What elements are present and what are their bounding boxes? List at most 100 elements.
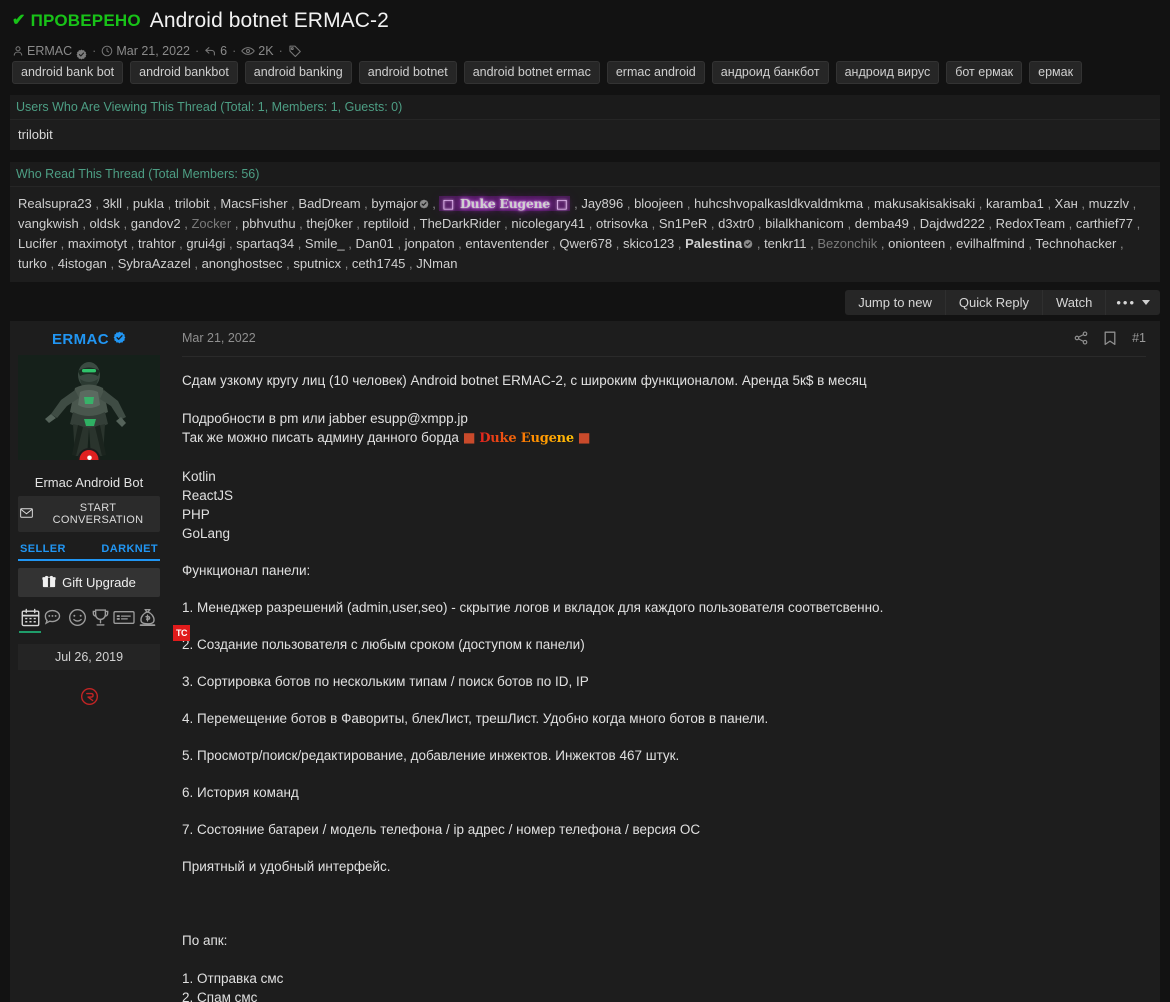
list-separator: , (1077, 196, 1089, 211)
thread-tag[interactable]: android bankbot (130, 61, 238, 84)
bookmark-button[interactable] (1104, 331, 1116, 346)
reader-name[interactable]: pukla (133, 196, 164, 211)
avatar[interactable] (18, 355, 160, 460)
reader-name[interactable]: trilobit (175, 196, 210, 211)
trophy-icon-cell[interactable] (90, 608, 112, 633)
duke-eugene-mention[interactable]: Duke Eugene (479, 431, 574, 446)
reader-name[interactable]: sputnicx (293, 256, 341, 271)
quick-reply-button[interactable]: Quick Reply (946, 290, 1043, 315)
reader-name[interactable]: RedoxTeam (996, 216, 1065, 231)
reactions-icon-cell[interactable] (66, 608, 88, 633)
reader-name[interactable]: karamba1 (986, 196, 1044, 211)
reader-name[interactable]: makusakisakisaki (874, 196, 975, 211)
reader-name[interactable]: onionteen (888, 236, 945, 251)
reader-name[interactable]: Duke Eugene (457, 196, 553, 211)
reader-name[interactable]: Realsupra23 (18, 196, 92, 211)
reader-name[interactable]: 3kll (103, 196, 123, 211)
smiley-icon (68, 608, 87, 627)
reader-name[interactable]: Smile_ (305, 236, 345, 251)
reader-name[interactable]: Palestina (685, 236, 742, 251)
reader-name[interactable]: 4istogan (58, 256, 107, 271)
reader-name[interactable]: gandov2 (131, 216, 181, 231)
watch-button[interactable]: Watch (1043, 290, 1107, 315)
reader-name[interactable]: Sn1PeR (659, 216, 707, 231)
reader-name[interactable]: Qwer678 (559, 236, 612, 251)
reader-name[interactable]: jonpaton (405, 236, 455, 251)
reader-name[interactable]: JNman (416, 256, 457, 271)
reader-name[interactable]: TheDarkRider (420, 216, 501, 231)
reader-name[interactable]: bymajor (371, 196, 417, 211)
reader-name[interactable]: anonghostsec (202, 256, 283, 271)
panel-feature-item: 3. Сортировка ботов по нескольким типам … (182, 674, 589, 689)
reader-name[interactable]: bilalkhanicom (765, 216, 844, 231)
reader-name[interactable]: Хан (1055, 196, 1078, 211)
thread-tag[interactable]: android bank bot (12, 61, 124, 84)
gift-upgrade-button[interactable]: Gift Upgrade (18, 568, 160, 597)
reader-name[interactable]: vangkwish (18, 216, 79, 231)
post-username[interactable]: ERMAC (18, 329, 160, 355)
id-card-icon-cell[interactable] (113, 608, 136, 633)
reader-name[interactable]: trahtor (138, 236, 176, 251)
reader-name[interactable]: Bezonchik (817, 236, 877, 251)
reader-name[interactable]: grui4gi (186, 236, 225, 251)
tag-icon (288, 45, 302, 58)
list-separator: , (612, 236, 623, 251)
thread-readers-title: Who Read This Thread (Total Members: 56) (10, 162, 1160, 187)
thread-tag[interactable]: бот ермак (946, 61, 1023, 84)
thread-tag[interactable]: андроид вирус (835, 61, 940, 84)
deposit-icon-cell[interactable] (137, 608, 159, 633)
reader-name[interactable]: Technohacker (1035, 236, 1116, 251)
reader-name[interactable]: Dajdwd222 (920, 216, 985, 231)
reader-name[interactable]: skico123 (623, 236, 674, 251)
reader-name[interactable]: demba49 (855, 216, 909, 231)
page-title: Android botnet ERMAC-2 (149, 9, 389, 32)
thread-tag[interactable]: android botnet ermac (463, 61, 600, 84)
thread-tag[interactable]: android banking (244, 61, 352, 84)
reader-name[interactable]: d3xtr0 (718, 216, 754, 231)
reader-name[interactable]: bloojeen (634, 196, 683, 211)
active-indicator (19, 631, 41, 633)
thread-tag[interactable]: ермак (1029, 61, 1083, 84)
reader-name[interactable]: thej0ker (306, 216, 352, 231)
award-icon-wrap[interactable] (18, 687, 160, 711)
reader-name[interactable]: evilhalfmind (956, 236, 1025, 251)
tag-list: android bank bot android bankbot android b… (12, 61, 1083, 84)
reader-name[interactable]: Zocker (191, 216, 231, 231)
reader-name[interactable]: MacsFisher (220, 196, 287, 211)
reader-name[interactable]: SybraAzazel (118, 256, 191, 271)
reader-name[interactable]: spartaq34 (236, 236, 294, 251)
reader-name[interactable]: tenkr11 (764, 236, 806, 251)
reader-name[interactable]: BadDream (298, 196, 360, 211)
thread-tag[interactable]: android botnet (358, 61, 457, 84)
more-dots-icon: ••• (1116, 295, 1136, 310)
thread-author[interactable]: ERMAC (12, 41, 87, 61)
thread-tag[interactable]: ermac android (606, 61, 705, 84)
reader-name[interactable]: carthief77 (1076, 216, 1133, 231)
jump-to-new-button[interactable]: Jump to new (845, 290, 946, 315)
more-options-button[interactable]: ••• (1106, 290, 1160, 315)
reader-name[interactable]: pbhvuthu (242, 216, 296, 231)
reader-name[interactable]: otrisovka (596, 216, 648, 231)
post-number[interactable]: #1 (1132, 331, 1146, 345)
list-separator: , (106, 256, 118, 271)
reader-name[interactable]: turko (18, 256, 47, 271)
messages-icon-cell[interactable] (43, 608, 65, 633)
reader-name[interactable]: nicolegary41 (511, 216, 585, 231)
reader-name[interactable]: Lucifer (18, 236, 57, 251)
reader-name[interactable]: maximotyt (68, 236, 127, 251)
reader-name[interactable]: entaventender (465, 236, 548, 251)
reader-name[interactable]: muzzlv (1089, 196, 1129, 211)
list-separator: , (344, 236, 356, 251)
viewing-member[interactable]: trilobit (18, 127, 53, 142)
reader-name[interactable]: huhcshvopalkasldkvaldmkma (694, 196, 863, 211)
list-separator: , (570, 196, 582, 211)
reader-name[interactable]: reptiloid (364, 216, 410, 231)
thread-tag[interactable]: андроид банкбот (711, 61, 829, 84)
reader-name[interactable]: Jay896 (581, 196, 623, 211)
start-conversation-button[interactable]: START CONVERSATION (18, 496, 160, 532)
share-button[interactable] (1074, 331, 1088, 345)
calendar-icon-cell[interactable] (19, 608, 41, 633)
reader-name[interactable]: oldsk (90, 216, 120, 231)
reader-name[interactable]: ceth1745 (352, 256, 406, 271)
reader-name[interactable]: Dan01 (356, 236, 394, 251)
